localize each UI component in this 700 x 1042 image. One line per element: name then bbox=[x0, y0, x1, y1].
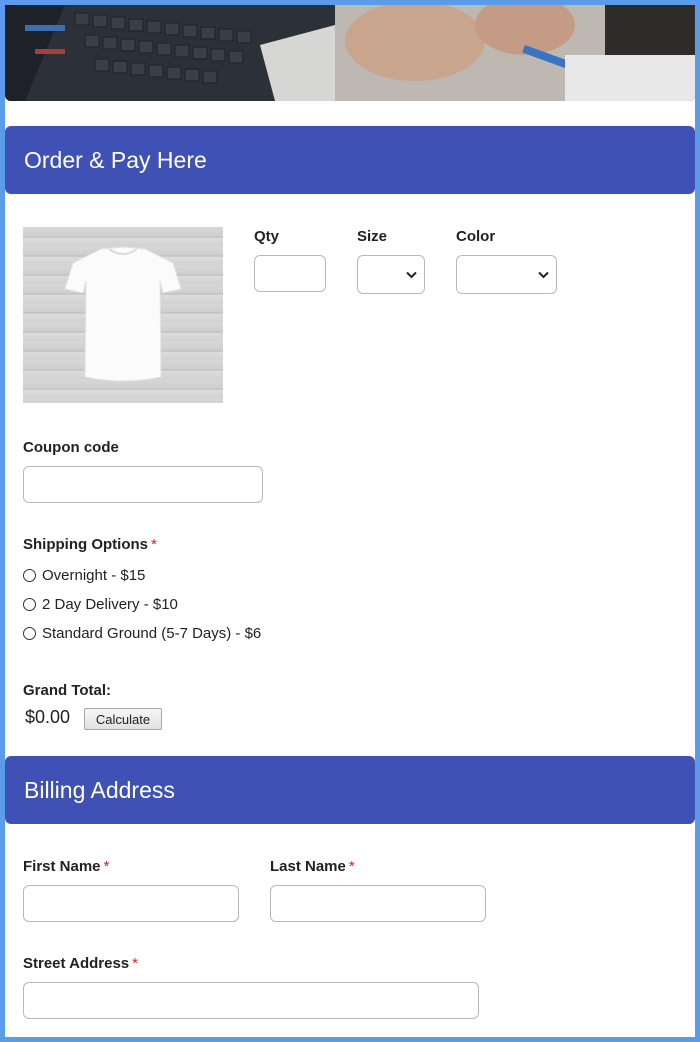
hero-image bbox=[5, 5, 695, 101]
last-name-text: Last Name bbox=[270, 858, 346, 875]
street-address-input[interactable] bbox=[23, 982, 479, 1019]
coupon-label: Coupon code bbox=[23, 439, 119, 456]
coupon-input[interactable] bbox=[23, 466, 263, 503]
grand-total-label: Grand Total: bbox=[23, 682, 112, 699]
billing-section-title: Billing Address bbox=[24, 776, 175, 803]
shipping-option-label: Overnight - $15 bbox=[42, 567, 146, 584]
radio-icon[interactable] bbox=[23, 627, 36, 640]
required-marker: * bbox=[150, 536, 157, 553]
billing-section-header: Billing Address bbox=[5, 756, 695, 824]
street-address-label: Street Address * bbox=[23, 955, 138, 972]
form-frame: Order & Pay Here Qty Size Color Coupon c… bbox=[5, 5, 695, 1037]
last-name-input[interactable] bbox=[270, 885, 486, 922]
product-image bbox=[23, 227, 223, 403]
shipping-option-label: 2 Day Delivery - $10 bbox=[42, 596, 178, 613]
qty-input[interactable] bbox=[254, 255, 326, 292]
order-section-header: Order & Pay Here bbox=[5, 126, 695, 194]
size-label: Size bbox=[357, 228, 388, 245]
shipping-options-text: Shipping Options bbox=[23, 536, 148, 553]
radio-icon[interactable] bbox=[23, 598, 36, 611]
required-marker: * bbox=[348, 858, 355, 875]
first-name-label: First Name * bbox=[23, 858, 109, 875]
required-marker: * bbox=[132, 955, 138, 972]
shipping-option-2-day[interactable]: 2 Day Delivery - $10 bbox=[23, 596, 178, 613]
last-name-label: Last Name * bbox=[270, 858, 355, 875]
street-address-text: Street Address bbox=[23, 955, 130, 972]
grand-total-value: $0.00 bbox=[25, 707, 71, 727]
shipping-option-label: Standard Ground (5-7 Days) - $6 bbox=[42, 625, 262, 642]
size-select[interactable] bbox=[357, 255, 425, 294]
shipping-option-standard-ground[interactable]: Standard Ground (5-7 Days) - $6 bbox=[23, 625, 261, 642]
color-select[interactable] bbox=[456, 255, 557, 294]
hero-photo-graphic bbox=[5, 5, 695, 101]
shipping-options-label: Shipping Options * bbox=[23, 536, 157, 553]
first-name-text: First Name bbox=[23, 858, 101, 875]
calculate-button[interactable]: Calculate bbox=[84, 708, 162, 730]
required-marker: * bbox=[103, 858, 110, 875]
radio-icon[interactable] bbox=[23, 569, 36, 582]
shipping-option-overnight[interactable]: Overnight - $15 bbox=[23, 567, 145, 584]
tshirt-icon bbox=[64, 246, 182, 382]
order-section-title: Order & Pay Here bbox=[24, 146, 207, 173]
color-label: Color bbox=[456, 228, 496, 245]
chevron-down-icon bbox=[538, 271, 549, 278]
chevron-down-icon bbox=[406, 271, 417, 278]
qty-label: Qty bbox=[254, 228, 280, 245]
first-name-input[interactable] bbox=[23, 885, 239, 922]
